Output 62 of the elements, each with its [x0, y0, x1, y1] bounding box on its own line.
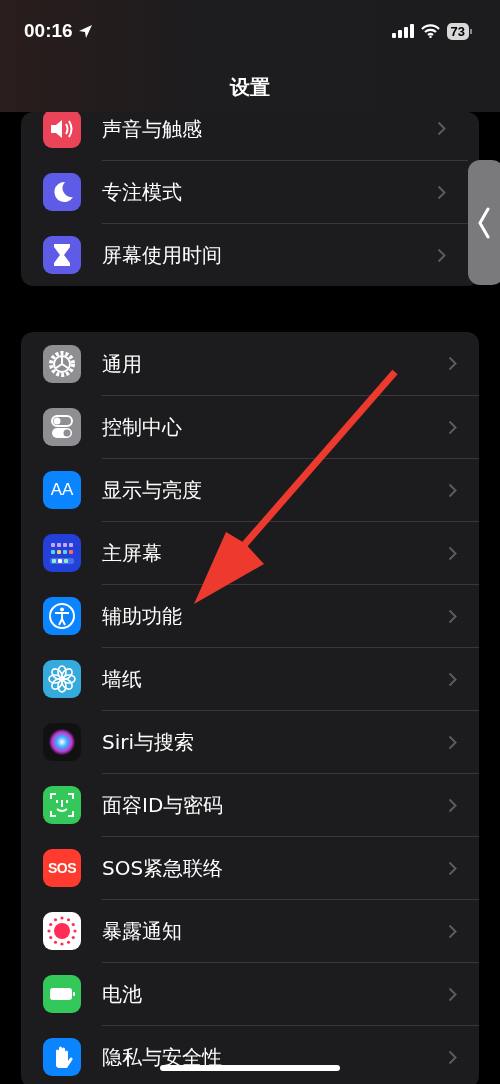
chevron-icon [448, 671, 457, 687]
settings-row[interactable]: Siri与搜索 [21, 710, 479, 773]
setting-label: 声音与触感 [102, 118, 202, 139]
signal-icon [391, 24, 414, 38]
screen-title: 设置 [228, 74, 271, 101]
settings-row[interactable]: 面容ID与密码 [21, 773, 479, 836]
setting-label: 控制中心 [102, 417, 182, 437]
assistive-handle[interactable] [468, 160, 500, 285]
settings-row[interactable]: 屏幕使用时间 [21, 223, 468, 286]
settings-row[interactable]: 墙纸 [21, 647, 479, 710]
setting-label: 专注模式 [102, 182, 182, 202]
wifi-icon [420, 24, 440, 38]
hourglass-icon [43, 235, 81, 274]
battery-icon [43, 974, 81, 1013]
setting-label: 辅助功能 [102, 606, 182, 626]
setting-label: 通用 [102, 353, 142, 374]
exposure-icon [43, 911, 81, 950]
setting-label: SOS紧急联络 [102, 858, 224, 878]
chevron-icon [448, 1049, 457, 1065]
setting-label: 显示与亮度 [102, 480, 202, 500]
text-size-icon: AA [43, 470, 81, 509]
settings-row[interactable]: 电池 [21, 962, 479, 1025]
setting-label: Siri与搜索 [102, 732, 195, 752]
chevron-icon [448, 986, 457, 1002]
settings-row[interactable]: SOS SOS紧急联络 [21, 836, 479, 899]
face-frame-icon [43, 785, 81, 824]
setting-label: 墙纸 [102, 669, 142, 689]
orb-icon [43, 722, 81, 761]
setting-label: 暴露通知 [102, 921, 182, 941]
chevron-icon [437, 184, 446, 200]
toggles-icon [43, 407, 81, 446]
speaker-icon [43, 112, 81, 148]
chevron-left-icon [478, 206, 490, 239]
chevron-icon [437, 247, 446, 263]
chevron-icon [448, 860, 457, 876]
settings-row[interactable]: 声音与触感 [21, 112, 468, 160]
chevron-icon [448, 482, 457, 498]
chevron-icon [448, 734, 457, 750]
chevron-icon [448, 608, 457, 624]
location-icon [77, 23, 93, 39]
chevron-icon [437, 121, 446, 136]
setting-label: 面容ID与密码 [102, 795, 224, 815]
hand-icon [43, 1037, 81, 1076]
settings-row[interactable]: 暴露通知 [21, 899, 479, 962]
flower-icon [43, 659, 81, 698]
chevron-icon [448, 797, 457, 813]
moon-icon [43, 172, 81, 211]
accessibility-icon [43, 596, 81, 635]
chevron-icon [448, 356, 457, 371]
chevron-icon [448, 545, 457, 561]
setting-label: 主屏幕 [102, 543, 162, 563]
chevron-icon [448, 923, 457, 939]
battery-indicator: 73 [446, 22, 472, 40]
setting-label: 电池 [102, 984, 142, 1004]
app-grid-icon [43, 533, 81, 572]
chevron-icon [448, 419, 457, 435]
settings-row[interactable]: 通用 [21, 332, 479, 395]
sos-icon: SOS [43, 848, 81, 887]
gear-icon [43, 344, 81, 383]
settings-row[interactable]: 专注模式 [21, 160, 468, 223]
setting-label: 屏幕使用时间 [102, 245, 222, 265]
status-time: 00:16 [24, 20, 73, 42]
